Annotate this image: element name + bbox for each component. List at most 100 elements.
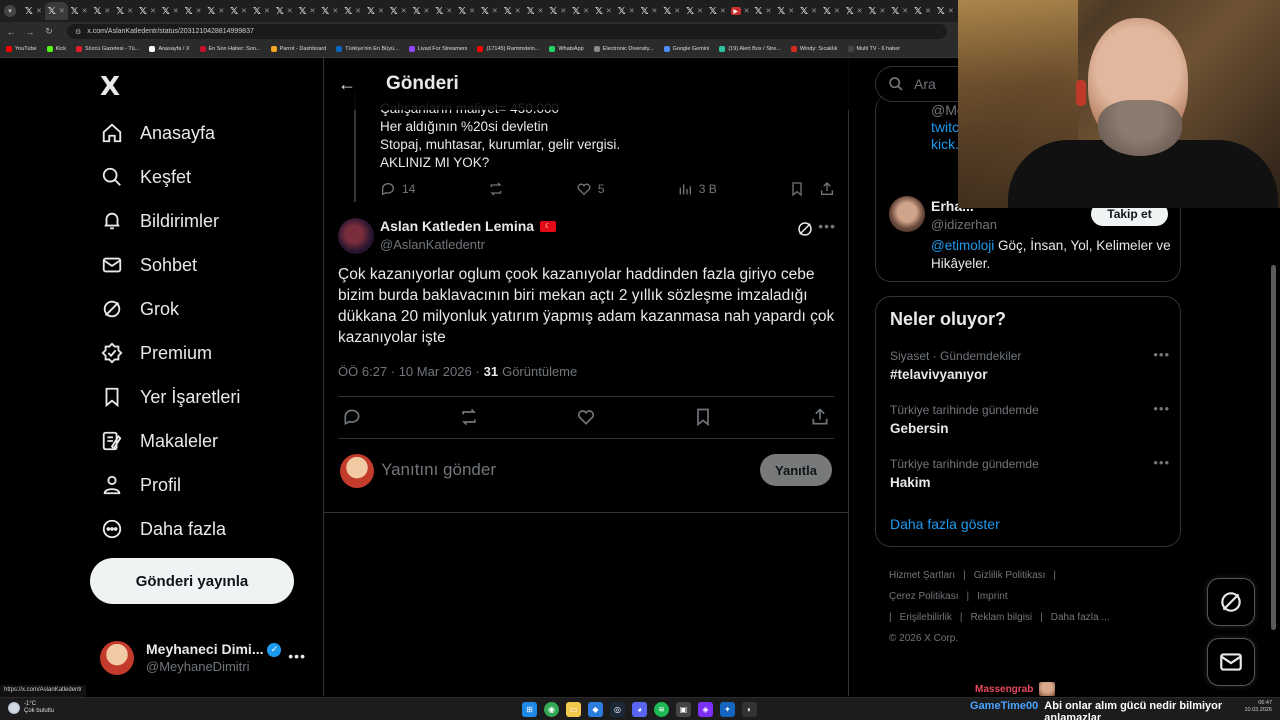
close-tab-icon[interactable]: ✕ (424, 7, 430, 15)
browser-tab[interactable]: 𝕏 ✕ (432, 2, 455, 20)
browser-tab[interactable]: 𝕏 ✕ (113, 2, 136, 20)
browser-tab[interactable]: 𝕏 ✕ (387, 2, 410, 20)
grok-icon[interactable] (796, 220, 814, 243)
more-dots-icon[interactable]: ••• (1153, 455, 1170, 470)
nav-more[interactable]: Daha fazla (100, 509, 226, 549)
x-logo-icon[interactable]: X (100, 72, 120, 102)
close-tab-icon[interactable]: ✕ (36, 7, 42, 15)
bookmark-item[interactable]: Windy: Sıcaklık (790, 46, 838, 52)
account-switcher[interactable]: Meyhaneci Dimi... ✓ @MeyhaneDimitri ••• (100, 636, 310, 680)
footer-link[interactable]: Çerez Politikası (889, 591, 958, 602)
like-action[interactable]: 5 (576, 181, 605, 197)
close-tab-icon[interactable]: ✕ (879, 7, 885, 15)
browser-tab[interactable]: 𝕏 ✕ (273, 2, 296, 20)
more-dots-icon[interactable]: ••• (1153, 401, 1170, 416)
bookmark-icon[interactable] (693, 407, 713, 427)
browser-tab[interactable]: 𝕏 ✕ (501, 2, 524, 20)
browser-tab[interactable]: 𝕏 ✕ (592, 2, 615, 20)
browser-tab[interactable]: 𝕏 ✕ (615, 2, 638, 20)
nav-articles[interactable]: Makaleler (100, 421, 218, 461)
nav-grok[interactable]: Grok (100, 289, 179, 329)
browser-tab[interactable]: 𝕏 ✕ (888, 2, 911, 20)
browser-tab[interactable]: 𝕏 ✕ (68, 2, 91, 20)
close-tab-icon[interactable]: ✕ (59, 7, 65, 15)
close-tab-icon[interactable]: ✕ (287, 7, 293, 15)
reply-input[interactable]: Yanıtını gönder (381, 460, 496, 480)
bookmark-item[interactable]: Multi TV - 6 haber (847, 46, 900, 52)
close-tab-icon[interactable]: ✕ (902, 7, 908, 15)
browser-tab[interactable]: 𝕏 ✕ (706, 2, 729, 20)
close-tab-icon[interactable]: ✕ (857, 7, 863, 15)
close-tab-icon[interactable]: ✕ (674, 7, 680, 15)
close-tab-icon[interactable]: ✕ (811, 7, 817, 15)
close-tab-icon[interactable]: ✕ (744, 7, 750, 15)
chrome-icon[interactable]: ◉ (544, 702, 559, 717)
browser-tab[interactable]: 𝕏 ✕ (318, 2, 341, 20)
close-tab-icon[interactable]: ✕ (127, 7, 133, 15)
close-tab-icon[interactable]: ✕ (583, 7, 589, 15)
close-tab-icon[interactable]: ✕ (264, 7, 270, 15)
bookmark-item[interactable]: YouTube (6, 46, 37, 52)
browser-tab[interactable]: 𝕏 ✕ (22, 2, 45, 20)
close-tab-icon[interactable]: ✕ (401, 7, 407, 15)
more-dots-icon[interactable]: ••• (288, 648, 306, 664)
nav-home[interactable]: Anasayfa (100, 113, 215, 153)
post-button[interactable]: Gönderi yayınla (90, 558, 294, 604)
discord-icon[interactable]: ◕ (632, 702, 647, 717)
close-tab-icon[interactable]: ✕ (173, 7, 179, 15)
repost-action[interactable] (488, 181, 504, 197)
browser-tab[interactable]: 𝕏 ✕ (546, 2, 569, 20)
app-icon[interactable]: ✦ (720, 702, 735, 717)
share-icon[interactable] (810, 407, 830, 427)
nav-notifications[interactable]: Bildirimler (100, 201, 219, 241)
back-nav-icon[interactable]: ← (6, 27, 16, 37)
app-icon[interactable]: ◈ (698, 702, 713, 717)
reload-icon[interactable]: ↻ (44, 26, 54, 37)
more-dots-icon[interactable]: ••• (1153, 347, 1170, 362)
bookmark-item[interactable]: Anasayfa / X (149, 46, 190, 52)
app-icon[interactable]: ◐ (742, 702, 757, 717)
close-tab-icon[interactable]: ✕ (606, 7, 612, 15)
close-tab-icon[interactable]: ✕ (538, 7, 544, 15)
footer-link[interactable]: Hizmet Şartları (889, 570, 955, 581)
footer-link[interactable]: Imprint (977, 591, 1008, 602)
browser-tab[interactable]: 𝕏 ✕ (90, 2, 113, 20)
show-more-link[interactable]: Daha fazla göster (890, 516, 1000, 532)
bookmark-item[interactable]: WhatsApp (549, 46, 584, 52)
footer-link[interactable]: Reklam bilgisi (970, 612, 1032, 623)
browser-tab[interactable]: 𝕏 ✕ (341, 2, 364, 20)
heart-icon[interactable] (576, 407, 596, 427)
browser-tab[interactable]: 𝕏 ✕ (455, 2, 478, 20)
page-scrollbar[interactable] (1271, 265, 1276, 630)
browser-tab[interactable]: 𝕏 ✕ (569, 2, 592, 20)
steam-icon[interactable]: ◎ (610, 702, 625, 717)
close-tab-icon[interactable]: ✕ (560, 7, 566, 15)
close-tab-icon[interactable]: ✕ (492, 7, 498, 15)
nav-messages[interactable]: Sohbet (100, 245, 197, 285)
browser-tab[interactable]: 𝕏 ✕ (911, 2, 934, 20)
close-tab-icon[interactable]: ✕ (469, 7, 475, 15)
bookmark-icon[interactable] (789, 181, 805, 197)
close-tab-icon[interactable]: ✕ (948, 7, 954, 15)
close-tab-icon[interactable]: ✕ (629, 7, 635, 15)
bio-mention[interactable]: @etimoloji (931, 238, 994, 253)
reply-icon[interactable] (342, 407, 362, 427)
trend-item[interactable]: Türkiye tarihinde gündemde Gebersin ••• (890, 401, 1170, 439)
browser-tab[interactable]: ▶ ✕ (729, 2, 752, 20)
browser-tab[interactable]: 𝕏 ✕ (638, 2, 661, 20)
windows-start-icon[interactable]: ⊞ (522, 702, 537, 717)
repost-icon[interactable] (459, 407, 479, 427)
close-tab-icon[interactable]: ✕ (378, 7, 384, 15)
share-icon[interactable] (819, 181, 835, 197)
trend-item[interactable]: Siyaset · Gündemdekiler #telavivyanıyor … (890, 347, 1170, 385)
browser-tab[interactable]: 𝕏 ✕ (136, 2, 159, 20)
bookmark-item[interactable]: Electronic Diversity... (593, 46, 654, 52)
browser-tab[interactable]: 𝕏 ✕ (296, 2, 319, 20)
footer-link[interactable]: Erişilebilirlik (900, 612, 952, 623)
browser-tab[interactable]: 𝕏 ✕ (660, 2, 683, 20)
browser-tab[interactable]: 𝕏 ✕ (865, 2, 888, 20)
nav-profile[interactable]: Profil (100, 465, 181, 505)
close-tab-icon[interactable]: ✕ (196, 7, 202, 15)
close-tab-icon[interactable]: ✕ (765, 7, 771, 15)
bookmark-item[interactable]: Livad For Streamers (408, 46, 467, 52)
